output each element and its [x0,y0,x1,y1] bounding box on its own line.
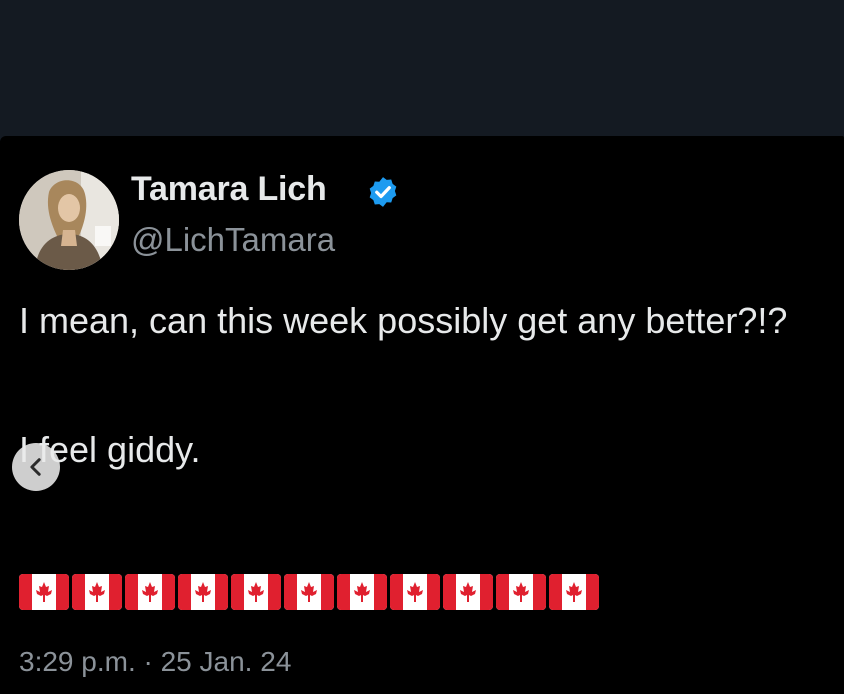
tweet-body: I mean, can this week possibly get any b… [19,296,799,475]
canada-flag-icon [443,574,493,610]
top-background [0,0,844,138]
canada-flag-icon [231,574,281,610]
chevron-left-icon [30,458,41,476]
avatar[interactable] [19,170,119,270]
canada-flag-icon [390,574,440,610]
canada-flag-icon [496,574,546,610]
author-display-name[interactable]: Tamara Lich [131,170,327,209]
canada-flag-icon [178,574,228,610]
verified-badge-icon [366,175,400,209]
tweet-text-line: I feel giddy. [19,429,201,470]
canada-flag-icon [19,574,69,610]
canada-flag-icon [337,574,387,610]
tweet-timestamp[interactable]: 3:29 p.m. · 25 Jan. 24 [19,646,291,678]
back-button[interactable] [12,443,60,491]
author-handle[interactable]: @LichTamara [131,221,335,259]
canada-flag-icon [284,574,334,610]
canada-flag-icon [72,574,122,610]
tweet-text-line: I mean, can this week possibly get any b… [19,300,788,341]
profile-photo-icon [19,170,119,270]
canada-flag-emoji-row [19,574,599,610]
canada-flag-icon [125,574,175,610]
canada-flag-icon [549,574,599,610]
